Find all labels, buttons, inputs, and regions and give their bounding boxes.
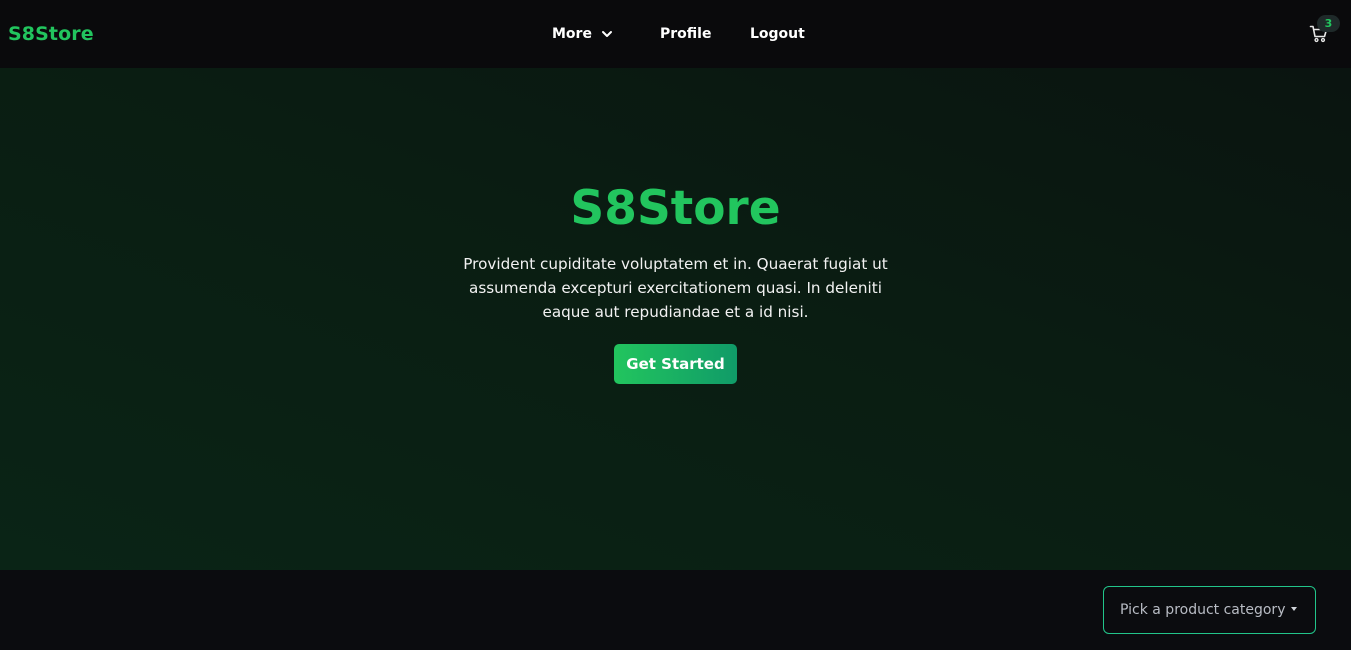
caret-down-icon bbox=[1291, 607, 1297, 611]
chevron-down-icon bbox=[601, 28, 613, 40]
get-started-button[interactable]: Get Started bbox=[614, 344, 737, 384]
hero-section: S8Store Provident cupiditate voluptatem … bbox=[0, 68, 1351, 570]
navbar: S8Store More Profile Logout 3 bbox=[0, 0, 1351, 68]
more-menu-label: More bbox=[552, 26, 592, 42]
product-category-select[interactable]: Pick a product category bbox=[1103, 586, 1316, 634]
logout-link[interactable]: Logout bbox=[750, 24, 805, 44]
main-nav: More Profile Logout bbox=[552, 24, 805, 44]
hero-description: Provident cupiditate voluptatem et in. Q… bbox=[463, 255, 888, 321]
category-select-placeholder: Pick a product category bbox=[1120, 602, 1286, 618]
brand-logo[interactable]: S8Store bbox=[8, 21, 94, 47]
hero-title: S8Store bbox=[570, 181, 781, 236]
more-menu-button[interactable]: More bbox=[552, 24, 660, 44]
profile-link[interactable]: Profile bbox=[660, 24, 750, 44]
filter-bar: Pick a product category bbox=[0, 570, 1351, 650]
cart-count-badge: 3 bbox=[1317, 15, 1340, 32]
hero-content: S8Store Provident cupiditate voluptatem … bbox=[0, 180, 1351, 384]
